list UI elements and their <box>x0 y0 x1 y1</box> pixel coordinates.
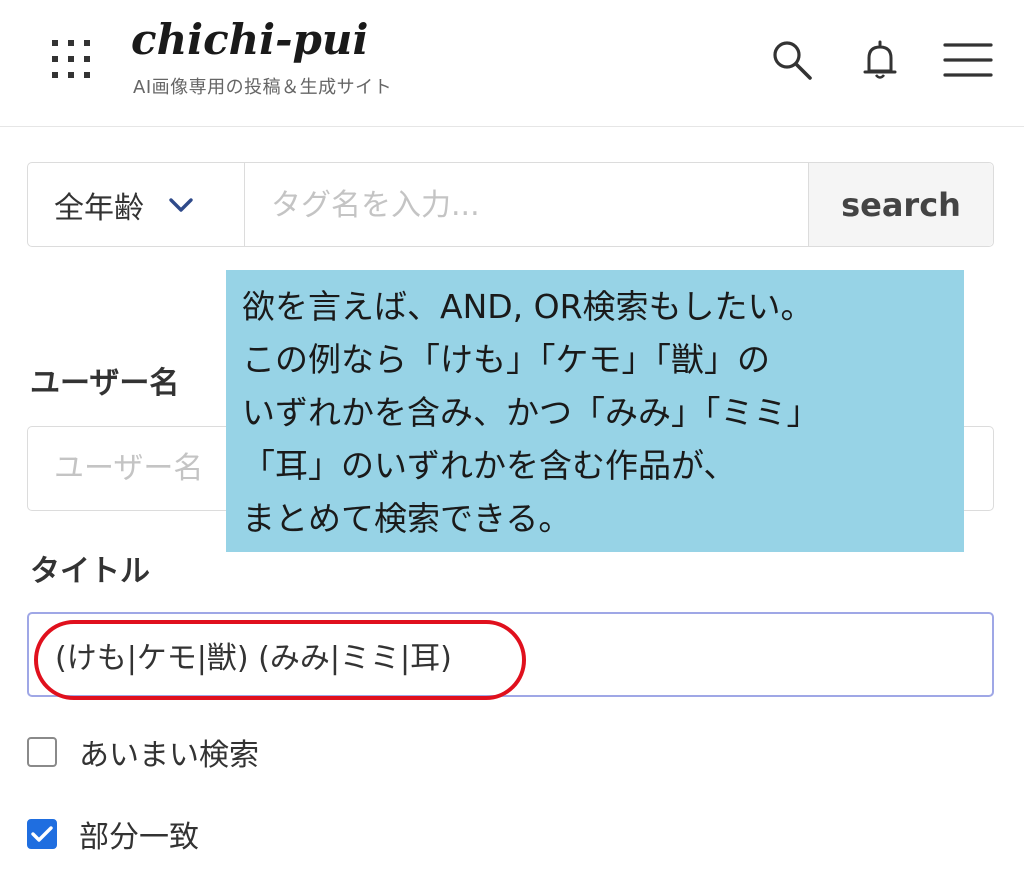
fuzzy-search-option[interactable]: あいまい検索 <box>27 730 259 774</box>
annotation-line: まとめて検索できる。 <box>242 499 572 538</box>
search-icon[interactable] <box>770 38 814 82</box>
checkmark-icon <box>31 826 53 842</box>
site-tagline: AI画像専用の投稿＆生成サイト <box>133 77 393 98</box>
annotation-line: 「耳」のいずれかを含む作品が、 <box>242 446 737 485</box>
annotation-line: いずれかを含み、かつ「みみ」「ミミ」 <box>242 393 820 432</box>
partial-match-label: 部分一致 <box>79 820 199 855</box>
age-filter-select[interactable]: 全年齢 <box>28 163 245 246</box>
age-filter-value: 全年齢 <box>54 190 144 226</box>
partial-match-checkbox[interactable] <box>27 819 57 849</box>
annotation-line: この例なら「けも」「ケモ」「獣」の <box>242 340 770 379</box>
annotation-callout: 欲を言えば、AND, OR検索もしたい。 この例なら「けも」「ケモ」「獣」の い… <box>226 270 964 552</box>
grid-menu-icon[interactable] <box>52 40 90 78</box>
site-logo[interactable]: chichi-pui <box>131 12 368 68</box>
bell-icon[interactable] <box>858 38 902 82</box>
tag-search-input[interactable] <box>245 163 808 248</box>
title-input[interactable] <box>27 612 994 697</box>
search-button[interactable]: search <box>808 163 993 246</box>
tag-search-bar: 全年齢 search <box>27 162 994 248</box>
annotation-line: 欲を言えば、AND, OR検索もしたい。 <box>242 287 814 326</box>
hamburger-menu-icon[interactable] <box>943 40 993 84</box>
partial-match-option[interactable]: 部分一致 <box>27 812 199 856</box>
fuzzy-search-checkbox[interactable] <box>27 737 57 767</box>
chevron-down-icon <box>168 197 194 217</box>
site-header: chichi-pui AI画像専用の投稿＆生成サイト <box>0 0 1024 127</box>
fuzzy-search-label: あいまい検索 <box>79 738 259 773</box>
username-label: ユーザー名 <box>30 366 180 401</box>
title-label: タイトル <box>30 554 150 589</box>
